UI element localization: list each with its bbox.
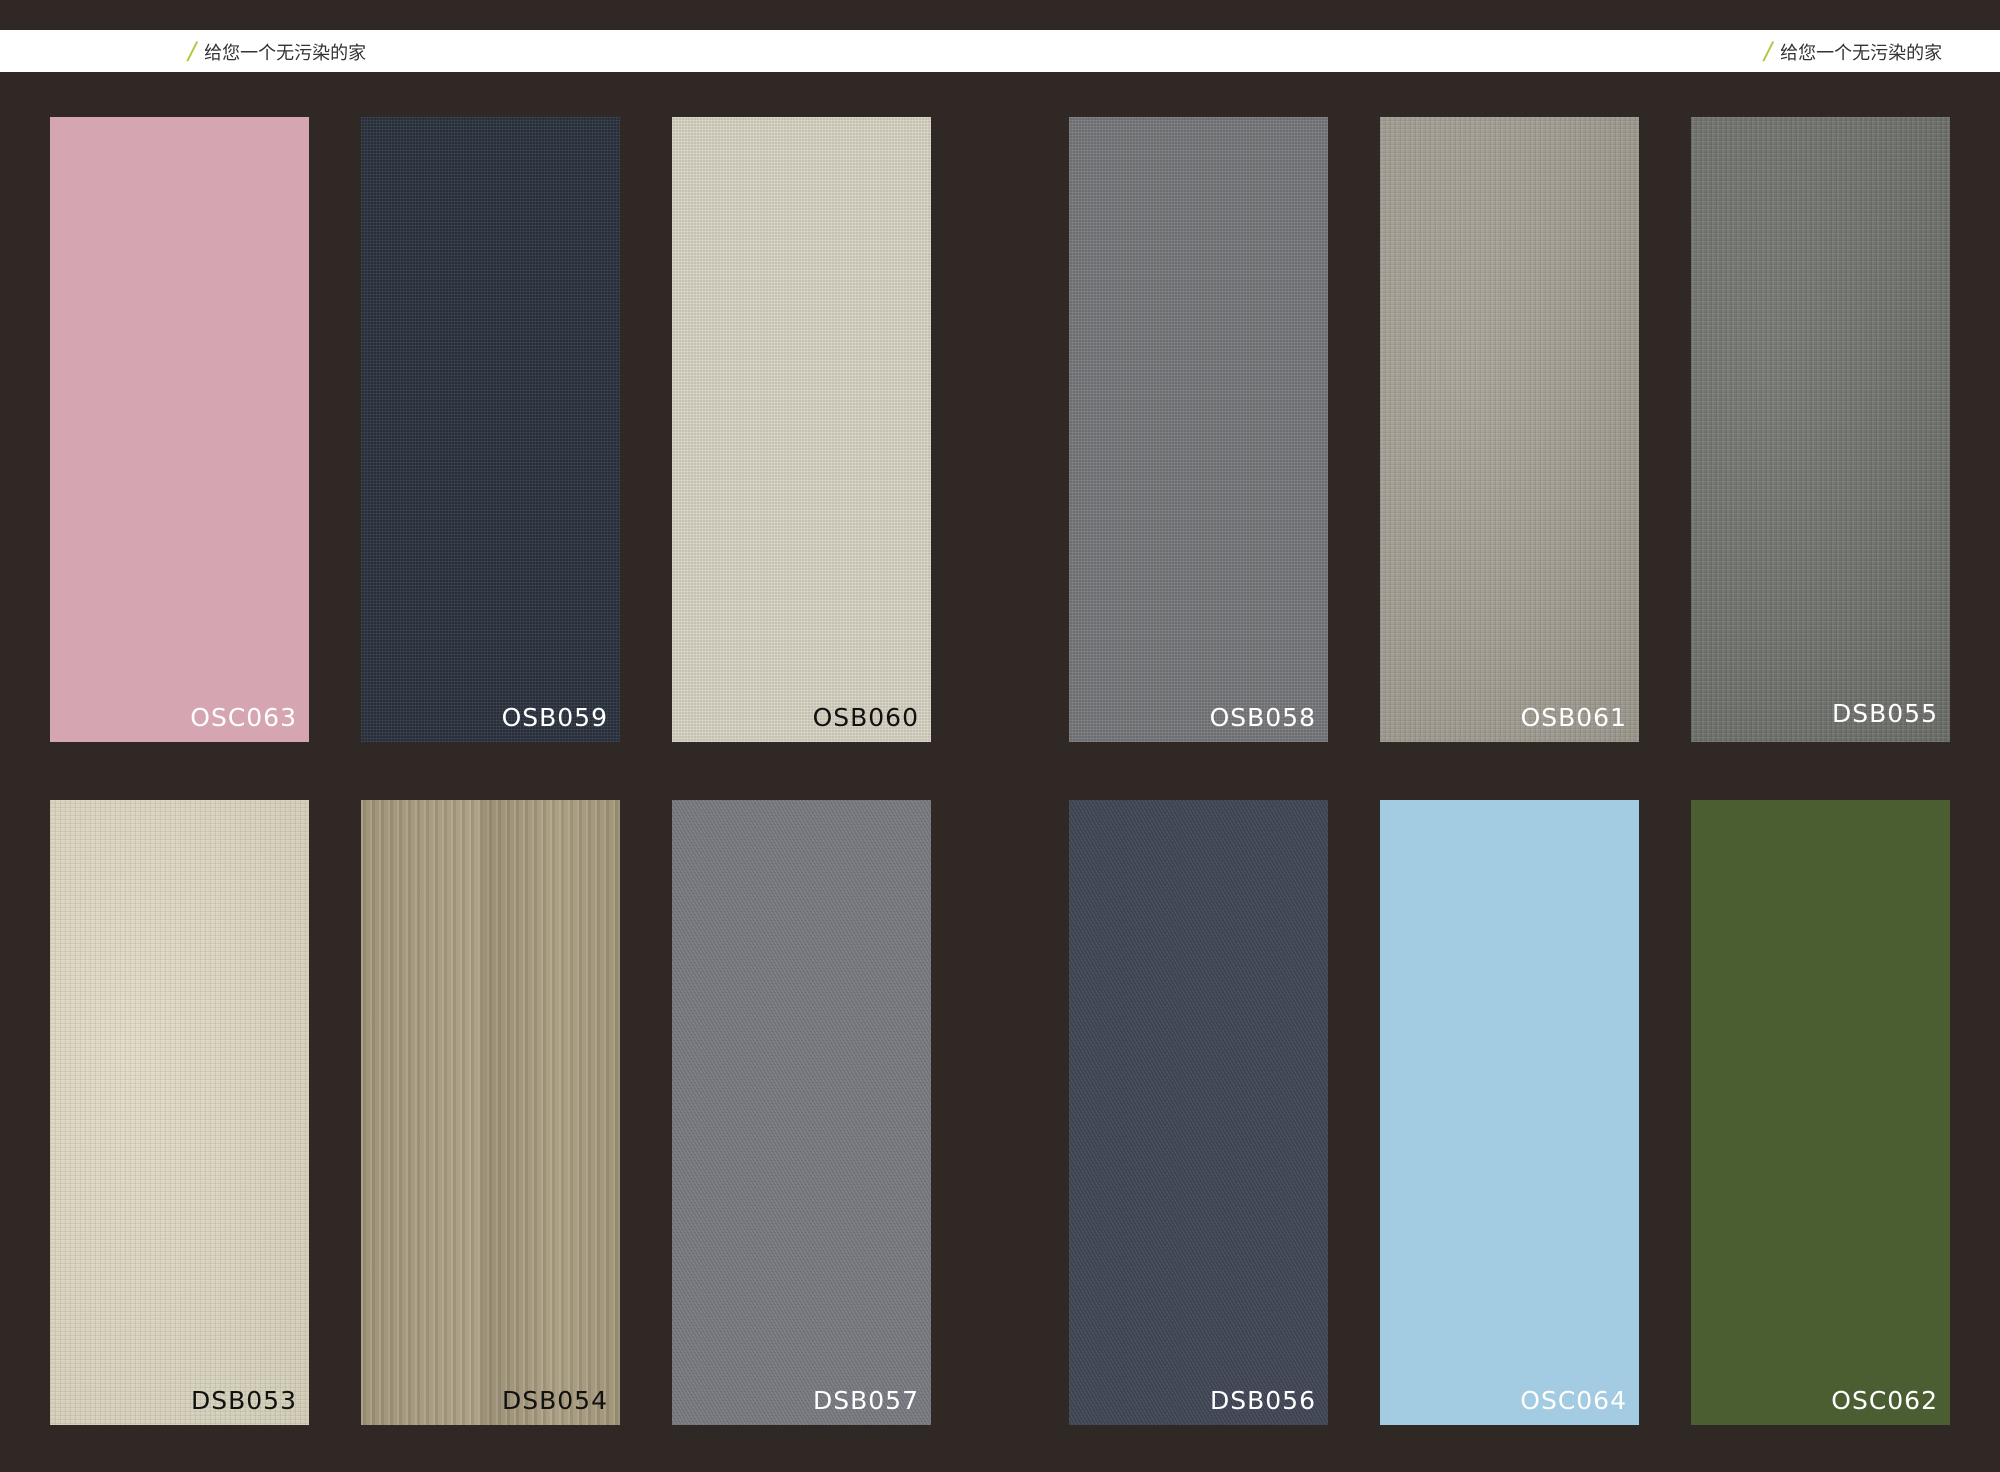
swatch-texture (50, 117, 309, 742)
swatch-texture (361, 117, 620, 742)
swatch-texture (1691, 117, 1950, 742)
tagline-right-text: 给您一个无污染的家 (1780, 43, 1943, 64)
swatch-texture (672, 800, 931, 1425)
swatch-code: DSB056 (1210, 1386, 1316, 1415)
swatch-card: DSB055 (1691, 117, 1950, 742)
swatch-code: OSB060 (812, 703, 919, 732)
tagline-left-text: 给您一个无污染的家 (204, 43, 367, 64)
tagline-right: / 给您一个无污染的家 (1764, 30, 1942, 72)
swatch-card: OSB060 (672, 117, 931, 742)
swatch-texture (50, 800, 309, 1425)
swatch-code: OSB059 (501, 703, 608, 732)
swatch-texture (361, 800, 620, 1425)
swatch-card: OSC064 (1380, 800, 1639, 1425)
swatch-texture (672, 117, 931, 742)
swatch-texture (1691, 800, 1950, 1425)
swatch-texture (1069, 800, 1328, 1425)
swatch-card: OSB061 (1380, 117, 1639, 742)
swatch-texture (1069, 117, 1328, 742)
swatch-card: DSB053 (50, 800, 309, 1425)
swatch-card: DSB056 (1069, 800, 1328, 1425)
swatch-texture (1380, 117, 1639, 742)
swatch-card: OSB059 (361, 117, 620, 742)
accent-slash-icon: / (1764, 37, 1773, 65)
header-band: / 给您一个无污染的家 / 给您一个无污染的家 (0, 30, 2000, 72)
swatch-code: OSB058 (1209, 703, 1316, 732)
tagline-left: / 给您一个无污染的家 (188, 30, 366, 72)
swatch-code: DSB053 (191, 1386, 297, 1415)
swatch-texture (1380, 800, 1639, 1425)
swatch-code: DSB055 (1832, 699, 1938, 728)
swatch-code: OSC064 (1520, 1386, 1627, 1415)
swatch-code: OSC062 (1831, 1386, 1938, 1415)
swatch-code: OSC063 (190, 703, 297, 732)
swatch-code: DSB057 (813, 1386, 919, 1415)
accent-slash-icon: / (188, 37, 197, 65)
swatch-card: OSC062 (1691, 800, 1950, 1425)
swatch-card: OSB058 (1069, 117, 1328, 742)
swatch-code: OSB061 (1520, 703, 1627, 732)
swatch-card: DSB057 (672, 800, 931, 1425)
swatch-card: OSC063 (50, 117, 309, 742)
swatch-card: DSB054 (361, 800, 620, 1425)
swatch-code: DSB054 (502, 1386, 608, 1415)
